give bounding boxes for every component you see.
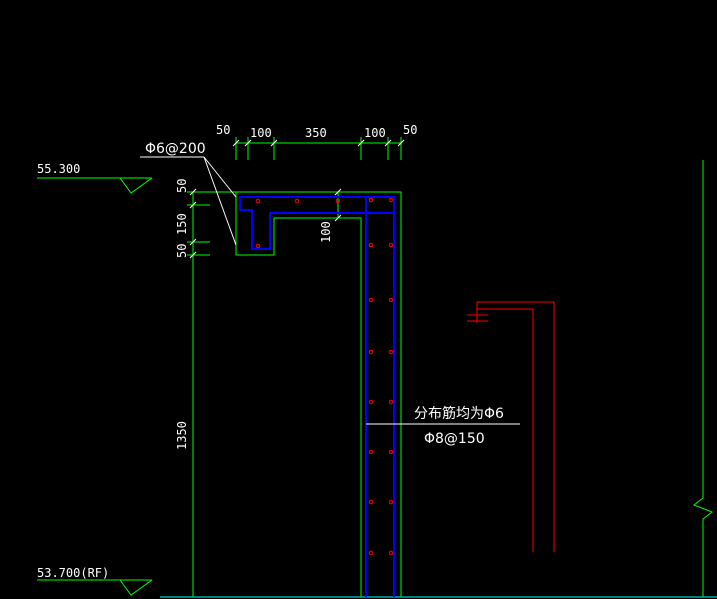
dim-top-100-left: 100 [250, 126, 272, 140]
break-line [692, 160, 714, 597]
top-dimension-chain: 50 100 350 100 50 [216, 123, 417, 160]
section-marker [467, 301, 555, 552]
dim-top-100-right: 100 [364, 126, 386, 140]
dim-left-50-bottom: 50 [175, 244, 189, 258]
dim-top-50-left: 50 [216, 123, 230, 137]
level-mark-55300: 55.300 [37, 162, 153, 194]
rebar-callout-wall: 分布筋均为Φ6 Φ8@150 [366, 405, 520, 447]
dim-top-50-right: 50 [403, 123, 417, 137]
dim-left-50-top: 50 [175, 179, 189, 193]
level-mark-53700: 53.700(RF) [37, 566, 153, 596]
cad-drawing-canvas: 55.300 53.700(RF) 50 100 350 100 50 50 1… [0, 0, 717, 599]
dim-inner-100: 100 [319, 221, 333, 243]
concrete-outline [235, 191, 402, 597]
callout-distribution-bars: 分布筋均为Φ6 [414, 405, 504, 422]
dim-top-350: 350 [305, 126, 327, 140]
level-label-53700: 53.700(RF) [37, 566, 109, 580]
dim-left-150: 150 [175, 213, 189, 235]
rebar-dots [255, 197, 394, 556]
dim-left-1350: 1350 [175, 421, 189, 450]
left-dimension-chain: 50 150 50 1350 [175, 179, 237, 597]
callout-phi6-at200: Φ6@200 [145, 141, 206, 157]
structural-section-drawing: 55.300 53.700(RF) 50 100 350 100 50 50 1… [37, 123, 717, 598]
callout-phi8-at150: Φ8@150 [424, 431, 485, 447]
level-label-55300: 55.300 [37, 162, 80, 176]
rebar-cage [239, 196, 395, 597]
